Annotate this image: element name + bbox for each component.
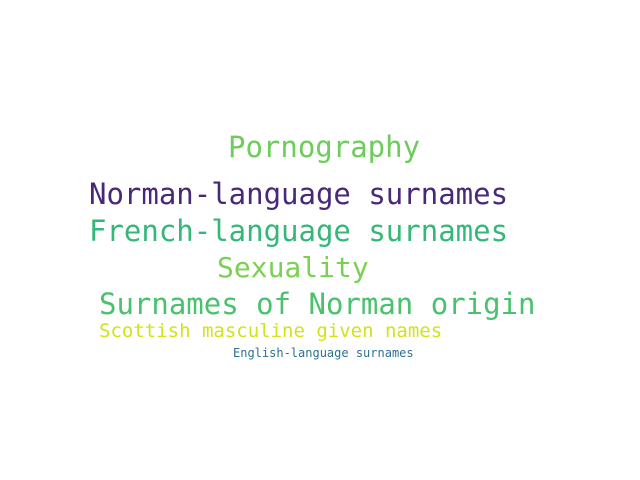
- word-cloud: Pornography Norman-language surnames Fre…: [0, 0, 640, 480]
- word-cloud-term: English-language surnames: [233, 346, 414, 360]
- word-cloud-term: Sexuality: [217, 251, 369, 284]
- word-cloud-term: French-language surnames: [89, 214, 509, 248]
- word-cloud-term: Norman-language surnames: [89, 177, 509, 211]
- word-cloud-term: Scottish masculine given names: [99, 320, 443, 342]
- word-cloud-term: Surnames of Norman origin: [99, 287, 536, 321]
- word-cloud-term: Pornography: [228, 130, 421, 164]
